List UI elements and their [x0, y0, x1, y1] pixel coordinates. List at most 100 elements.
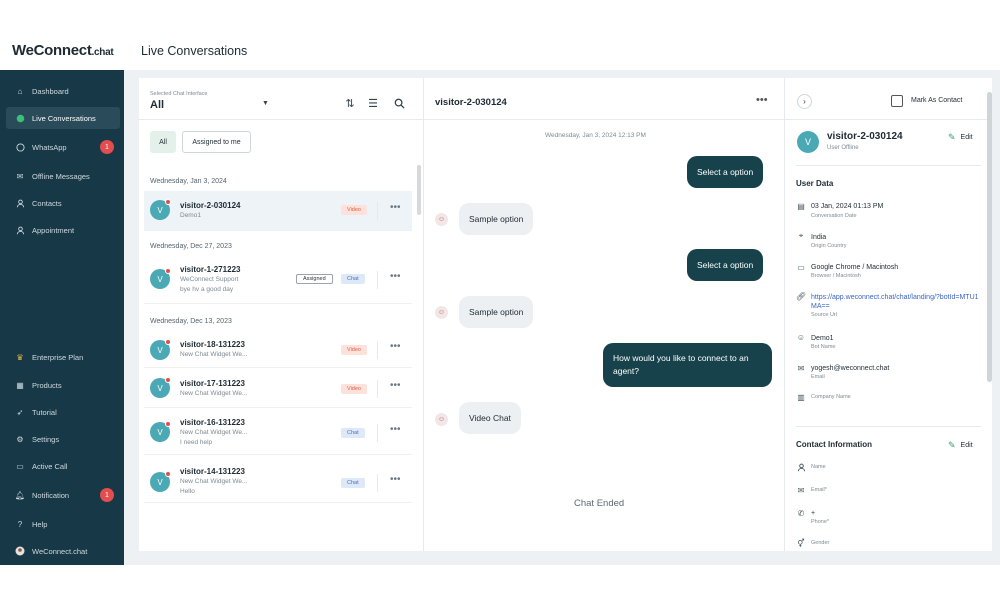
- conversation-row[interactable]: V visitor-18-131223 New Chat Widget We..…: [144, 332, 412, 368]
- avatar: V: [150, 268, 171, 289]
- sidebar-item-whatsapp[interactable]: WhatsApp 1: [6, 136, 120, 158]
- crown-icon: ♛: [16, 352, 24, 362]
- divider: [796, 165, 981, 166]
- edit-visitor-button[interactable]: ✎ Edit: [948, 132, 973, 143]
- mail-icon: ✉: [16, 171, 24, 181]
- more-icon[interactable]: •••: [756, 94, 768, 106]
- date-header: Wednesday, Dec 13, 2023: [150, 318, 232, 325]
- mark-as-contact-checkbox[interactable]: [891, 95, 903, 107]
- sidebar-item-account[interactable]: WeConnect.chat: [6, 540, 120, 562]
- more-icon[interactable]: •••: [390, 202, 401, 213]
- bot-avatar-icon: ☺: [435, 213, 448, 226]
- avatar-initial: V: [157, 477, 163, 487]
- more-icon[interactable]: •••: [390, 341, 401, 352]
- edit-label: Edit: [960, 442, 973, 449]
- sidebar-item-live-conversations[interactable]: Live Conversations: [6, 107, 120, 129]
- sidebar-item-label: Help: [32, 519, 48, 529]
- filter-assigned-button[interactable]: Assigned to me: [182, 131, 251, 153]
- more-icon[interactable]: •••: [390, 380, 401, 391]
- sidebar-item-enterprise-plan[interactable]: ♛ Enterprise Plan: [6, 346, 120, 368]
- sidebar-item-tutorial[interactable]: ➶ Tutorial: [6, 401, 120, 423]
- conversation-row[interactable]: V visitor-1-271223 WeConnect Support bye…: [144, 256, 412, 304]
- conversation-bot: New Chat Widget We...: [180, 351, 248, 358]
- status-badge: Chat: [341, 428, 365, 438]
- status-badge: Video: [341, 384, 367, 394]
- more-icon[interactable]: •••: [390, 271, 401, 282]
- email-label: Email: [811, 374, 825, 380]
- chevron-right-icon[interactable]: ›: [797, 94, 812, 109]
- divider: [377, 424, 378, 442]
- sidebar-item-label: Live Conversations: [32, 113, 96, 123]
- origin-country-label: Origin Country: [811, 243, 847, 249]
- conversation-row[interactable]: V visitor-17-131223 New Chat Widget We..…: [144, 370, 412, 408]
- conversation-preview: Hello: [180, 488, 195, 495]
- brand-logo[interactable]: WeConnect.chat: [12, 42, 114, 59]
- source-url-link[interactable]: https://app.weconnect.chat/chat/landing/…: [811, 293, 981, 311]
- conversation-row[interactable]: V visitor-16-131223 New Chat Widget We..…: [144, 410, 412, 455]
- sidebar-item-notification[interactable]: 🔔︎ Notification 1: [6, 484, 120, 506]
- search-icon[interactable]: [392, 96, 406, 110]
- gear-icon: ⚙: [16, 434, 24, 444]
- visitor-status: User Offline: [827, 145, 859, 151]
- monitor-icon: ▭: [797, 262, 805, 272]
- conversation-bot: New Chat Widget We...: [180, 390, 248, 397]
- divider: [377, 271, 378, 289]
- app-window: WeConnect.chat Live Conversations ⌂ Dashb…: [0, 0, 1000, 565]
- mail-icon: ✉: [797, 485, 805, 495]
- divider: [377, 202, 378, 220]
- sidebar-item-label: Enterprise Plan: [32, 352, 84, 362]
- whatsapp-badge: 1: [100, 140, 114, 154]
- sidebar-item-active-call[interactable]: ▭ Active Call: [6, 455, 120, 477]
- chevron-down-icon[interactable]: ▼: [262, 100, 269, 107]
- email-value: yogesh@weconnect.chat: [811, 365, 890, 372]
- sidebar-item-label: Offline Messages: [32, 171, 90, 181]
- source-url-label: Source Url: [811, 312, 837, 318]
- sort-icon[interactable]: ⇅: [343, 96, 357, 110]
- filter-icon[interactable]: ☰: [366, 96, 380, 110]
- conversation-list-panel: Selected Chat Interface All ▼ ⇅ ☰ All As…: [139, 78, 424, 551]
- phone-icon: ✆: [797, 508, 805, 518]
- status-badge: Video: [341, 345, 367, 355]
- conversation-row[interactable]: V visitor-14-131223 New Chat Widget We..…: [144, 458, 412, 503]
- sidebar-item-contacts[interactable]: Contacts: [6, 192, 120, 214]
- message-outgoing: Select a option: [687, 249, 764, 281]
- brand-name: WeConnect: [12, 42, 92, 59]
- sidebar-item-offline-messages[interactable]: ✉ Offline Messages: [6, 165, 120, 187]
- conversation-preview: bye hv a good day: [180, 286, 234, 293]
- avatar-initial: V: [157, 427, 163, 437]
- conversation-bot: Demo1: [180, 212, 201, 219]
- conversation-name: visitor-16-131223: [180, 418, 245, 427]
- chat-ended-status: Chat Ended: [574, 498, 625, 509]
- divider: [377, 380, 378, 398]
- account-avatar-icon: [15, 546, 25, 556]
- bell-icon: 🔔︎: [14, 490, 26, 500]
- sidebar-item-settings[interactable]: ⚙ Settings: [6, 428, 120, 450]
- sidebar-item-help[interactable]: ? Help: [6, 513, 120, 535]
- visitor-name: visitor-2-030124: [827, 131, 903, 142]
- contact-phone-value[interactable]: +: [811, 509, 981, 518]
- page-title: Live Conversations: [141, 44, 248, 58]
- sidebar-item-products[interactable]: ▦ Products: [6, 374, 120, 396]
- info-scrollbar[interactable]: [987, 92, 992, 382]
- conversation-row[interactable]: V visitor-2-030124 Demo1 Video •••: [144, 191, 412, 231]
- chat-interface-select[interactable]: All: [150, 99, 164, 111]
- mark-as-contact-label[interactable]: Mark As Contact: [911, 97, 962, 104]
- grid-icon: ▦: [16, 380, 24, 390]
- date-header: Wednesday, Dec 27, 2023: [150, 243, 232, 250]
- edit-contact-button[interactable]: ✎ Edit: [948, 440, 973, 451]
- location-pin-icon: ⌖: [798, 231, 804, 240]
- building-icon: ▥: [797, 392, 805, 402]
- browser-label: Browser / Macintosh: [811, 273, 861, 279]
- sidebar-item-appointment[interactable]: Appointment: [6, 219, 120, 241]
- more-icon[interactable]: •••: [390, 424, 401, 435]
- assigned-badge: Assigned: [296, 274, 333, 284]
- home-icon: ⌂: [17, 86, 23, 96]
- list-scrollbar[interactable]: [417, 165, 421, 215]
- date-header: Wednesday, Jan 3, 2024: [150, 178, 227, 185]
- sidebar-item-label: Settings: [32, 434, 60, 444]
- unread-dot: [165, 421, 171, 427]
- gender-icon: ⚥: [797, 538, 805, 548]
- filter-all-button[interactable]: All: [150, 131, 176, 153]
- sidebar-item-dashboard[interactable]: ⌂ Dashboard: [6, 80, 120, 102]
- more-icon[interactable]: •••: [390, 474, 401, 485]
